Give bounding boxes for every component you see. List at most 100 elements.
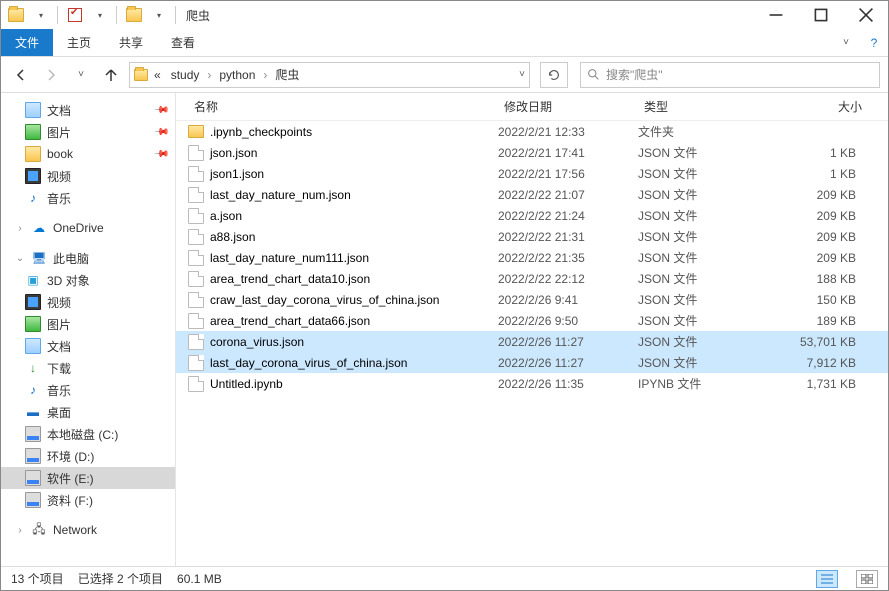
- col-date[interactable]: 修改日期: [498, 98, 638, 115]
- file-icon: [188, 313, 204, 329]
- file-row[interactable]: .ipynb_checkpoints2022/2/21 12:33文件夹: [176, 121, 888, 142]
- file-row[interactable]: last_day_corona_virus_of_china.json2022/…: [176, 352, 888, 373]
- file-row[interactable]: area_trend_chart_data10.json2022/2/22 22…: [176, 268, 888, 289]
- app-icon[interactable]: [5, 4, 27, 26]
- status-bar: 13 个项目 已选择 2 个项目 60.1 MB: [1, 566, 888, 590]
- folder-icon[interactable]: [123, 4, 145, 26]
- ribbon-expand-button[interactable]: ˅: [832, 29, 860, 56]
- forward-button[interactable]: [39, 63, 63, 87]
- sidebar-item-OneDrive[interactable]: ›☁OneDrive: [1, 217, 175, 239]
- sidebar-item-音乐[interactable]: ♪音乐: [1, 187, 175, 209]
- chevron-right-icon[interactable]: ›: [205, 68, 213, 82]
- file-type: IPYNB 文件: [638, 375, 768, 392]
- sidebar-item-图片[interactable]: 图片📌: [1, 121, 175, 143]
- sidebar-item-label: 文档: [47, 338, 71, 355]
- breadcrumb-item[interactable]: python: [215, 68, 259, 82]
- sidebar-item-下载[interactable]: ↓下载: [1, 357, 175, 379]
- sidebar-item-视频[interactable]: 视频: [1, 165, 175, 187]
- file-row[interactable]: last_day_nature_num111.json2022/2/22 21:…: [176, 247, 888, 268]
- file-type: JSON 文件: [638, 249, 768, 266]
- tab-share[interactable]: 共享: [105, 29, 157, 56]
- sidebar-item-环境 (D:)[interactable]: 环境 (D:): [1, 445, 175, 467]
- file-icon: [188, 292, 204, 308]
- sidebar-item-book[interactable]: book📌: [1, 143, 175, 165]
- sidebar-item-本地磁盘 (C:)[interactable]: 本地磁盘 (C:): [1, 423, 175, 445]
- sidebar-item-软件 (E:)[interactable]: 软件 (E:): [1, 467, 175, 489]
- sidebar-item-Network[interactable]: ›🖧Network: [1, 519, 175, 541]
- obj3d-icon: ▣: [25, 272, 41, 288]
- qat-dropdown-2[interactable]: ▾: [88, 4, 110, 26]
- file-name: corona_virus.json: [210, 335, 304, 349]
- file-name: Untitled.ipynb: [210, 377, 283, 391]
- help-button[interactable]: ?: [860, 29, 888, 56]
- book-icon: [25, 146, 41, 162]
- file-row[interactable]: corona_virus.json2022/2/26 11:27JSON 文件5…: [176, 331, 888, 352]
- expand-caret-icon[interactable]: ›: [15, 525, 25, 536]
- col-type[interactable]: 类型: [638, 98, 768, 115]
- properties-icon[interactable]: [64, 4, 86, 26]
- tab-file[interactable]: 文件: [1, 29, 53, 56]
- file-row[interactable]: a88.json2022/2/22 21:31JSON 文件209 KB: [176, 226, 888, 247]
- breadcrumb-prefix[interactable]: «: [150, 68, 165, 82]
- pin-icon: 📌: [152, 146, 169, 163]
- sidebar-item-资料 (F:)[interactable]: 资料 (F:): [1, 489, 175, 511]
- address-dropdown[interactable]: ˅: [519, 69, 525, 80]
- sidebar-item-文档[interactable]: 文档: [1, 335, 175, 357]
- sidebar-item-文档[interactable]: 文档📌: [1, 99, 175, 121]
- sidebar-item-label: 软件 (E:): [47, 470, 94, 487]
- up-button[interactable]: [99, 63, 123, 87]
- pc-icon: 🖥: [31, 250, 47, 266]
- sidebar-item-label: 环境 (D:): [47, 448, 94, 465]
- tab-home[interactable]: 主页: [53, 29, 105, 56]
- ribbon: 文件 主页 共享 查看 ˅ ?: [1, 29, 888, 57]
- file-size: 7,912 KB: [768, 356, 868, 370]
- address-folder-icon: [134, 69, 148, 81]
- file-row[interactable]: Untitled.ipynb2022/2/26 11:35IPYNB 文件1,7…: [176, 373, 888, 394]
- close-button[interactable]: [843, 1, 888, 29]
- breadcrumb-item[interactable]: study: [167, 68, 204, 82]
- disk-icon: [25, 448, 41, 464]
- expand-caret-icon[interactable]: ⌄: [15, 253, 25, 264]
- sidebar-item-图片[interactable]: 图片: [1, 313, 175, 335]
- sidebar-item-label: 文档: [47, 102, 71, 119]
- qat-overflow[interactable]: ▾: [147, 4, 169, 26]
- maximize-button[interactable]: [798, 1, 843, 29]
- status-count: 13 个项目: [11, 570, 64, 587]
- qat-dropdown[interactable]: ▾: [29, 4, 51, 26]
- expand-caret-icon[interactable]: ›: [15, 223, 25, 234]
- file-name: a88.json: [210, 230, 255, 244]
- sidebar-item-label: 视频: [47, 294, 71, 311]
- view-details-button[interactable]: [816, 570, 838, 588]
- file-list[interactable]: .ipynb_checkpoints2022/2/21 12:33文件夹json…: [176, 121, 888, 566]
- sidebar-item-此电脑[interactable]: ⌄ 🖥 此电脑: [1, 247, 175, 269]
- file-size: 1 KB: [768, 146, 868, 160]
- music-icon: ♪: [25, 190, 41, 206]
- file-row[interactable]: json.json2022/2/21 17:41JSON 文件1 KB: [176, 142, 888, 163]
- refresh-button[interactable]: [540, 62, 568, 88]
- back-button[interactable]: [9, 63, 33, 87]
- sidebar-item-桌面[interactable]: ▬桌面: [1, 401, 175, 423]
- search-input[interactable]: 搜索"爬虫": [580, 62, 880, 88]
- file-icon: [188, 187, 204, 203]
- breadcrumb-item[interactable]: 爬虫: [271, 66, 303, 83]
- recent-dropdown[interactable]: ˅: [69, 63, 93, 87]
- file-row[interactable]: area_trend_chart_data66.json2022/2/26 9:…: [176, 310, 888, 331]
- sidebar-item-label: 此电脑: [53, 250, 89, 267]
- sidebar-item-3D 对象[interactable]: ▣3D 对象: [1, 269, 175, 291]
- titlebar: ▾ ▾ ▾ 爬虫: [1, 1, 888, 29]
- tab-view[interactable]: 查看: [157, 29, 209, 56]
- window-controls: [753, 1, 888, 29]
- minimize-button[interactable]: [753, 1, 798, 29]
- col-name[interactable]: 名称: [188, 98, 498, 115]
- address-bar[interactable]: « study › python › 爬虫 ˅: [129, 62, 530, 88]
- sidebar-item-音乐[interactable]: ♪音乐: [1, 379, 175, 401]
- file-date: 2022/2/22 21:31: [498, 230, 638, 244]
- chevron-right-icon[interactable]: ›: [261, 68, 269, 82]
- file-row[interactable]: json1.json2022/2/21 17:56JSON 文件1 KB: [176, 163, 888, 184]
- view-icons-button[interactable]: [856, 570, 878, 588]
- file-row[interactable]: a.json2022/2/22 21:24JSON 文件209 KB: [176, 205, 888, 226]
- file-row[interactable]: last_day_nature_num.json2022/2/22 21:07J…: [176, 184, 888, 205]
- file-row[interactable]: craw_last_day_corona_virus_of_china.json…: [176, 289, 888, 310]
- col-size[interactable]: 大小: [768, 98, 868, 115]
- sidebar-item-视频[interactable]: 视频: [1, 291, 175, 313]
